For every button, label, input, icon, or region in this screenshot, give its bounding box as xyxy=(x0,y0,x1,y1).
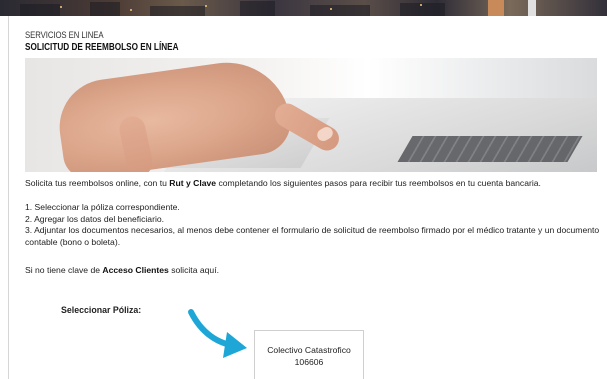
access-text-part: solicita aquí. xyxy=(168,265,219,275)
page-title: SOLICITUD DE REEMBOLSO EN LÍNEA xyxy=(25,42,179,53)
hero-image-laptop-hand xyxy=(25,58,597,172)
acceso-clientes-link[interactable]: Acceso Clientes xyxy=(102,265,168,275)
intro-text-part: Solicita tus reembolsos online, con tu xyxy=(25,178,170,188)
step-2: 2. Agregar los datos del beneficiario. xyxy=(25,213,165,224)
step-1: 1. Seleccionar la póliza correspondiente… xyxy=(25,202,180,212)
intro-bold-text: Rut y Clave xyxy=(169,178,217,188)
pointer-arrow-icon xyxy=(188,309,247,358)
access-text-part: Si no tiene clave de xyxy=(25,265,103,275)
select-policy-label: Seleccionar Póliza: xyxy=(61,305,142,315)
intro-text: Solicita tus reembolsos online, con tu R… xyxy=(25,178,600,190)
policy-name: Colectivo Catastrofico xyxy=(267,345,351,355)
intro-text-part: completando los siguientes pasos para re… xyxy=(216,178,541,188)
main-content: SERVICIOS EN LINEA SOLICITUD DE REEMBOLS… xyxy=(8,16,607,379)
header-banner-image xyxy=(0,0,607,16)
policy-number: 106606 xyxy=(294,357,324,367)
policy-option-card[interactable]: Colectivo Catastrofico 106606 xyxy=(254,330,364,379)
section-label: SERVICIOS EN LINEA xyxy=(25,30,104,41)
step-3: 3. Adjuntar los documentos necesarios, a… xyxy=(25,225,600,247)
access-text: Si no tiene clave de Acceso Clientes sol… xyxy=(25,265,600,277)
